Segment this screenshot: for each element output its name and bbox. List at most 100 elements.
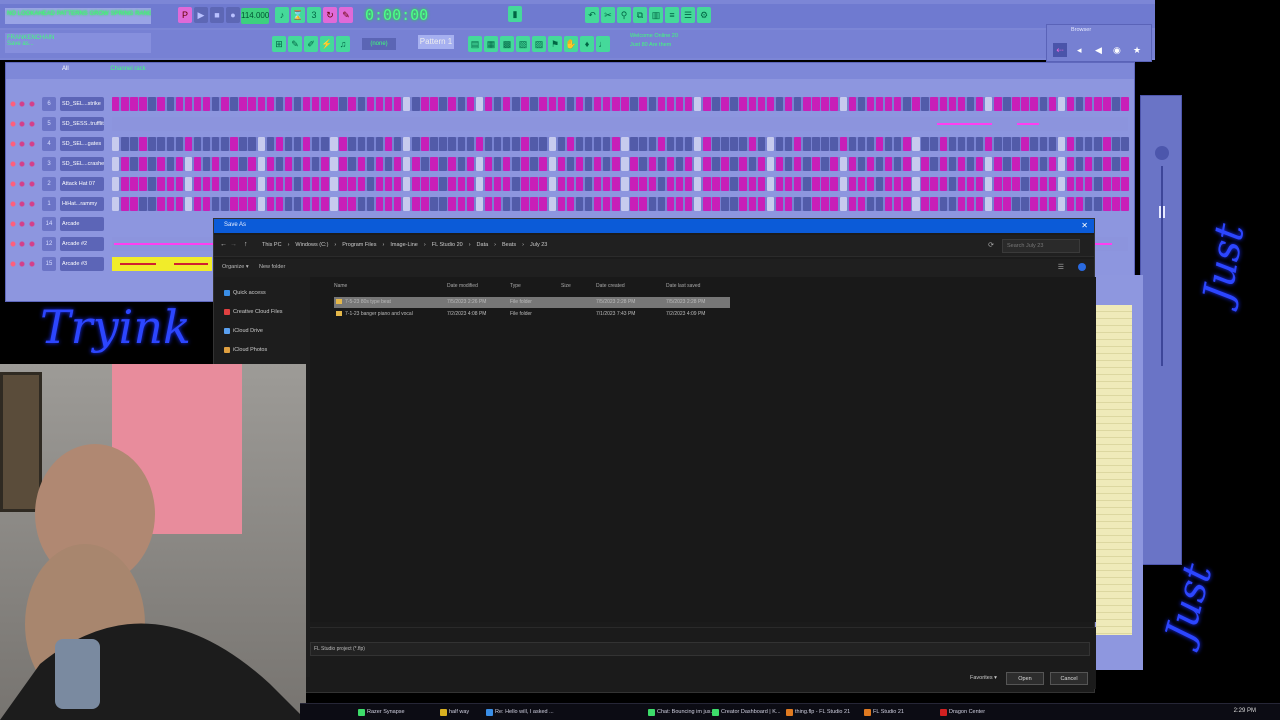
browser-back-icon[interactable]: ◀ (1095, 45, 1102, 56)
channel-name-button[interactable]: SD_SEL...gates (60, 137, 104, 151)
step-button[interactable] (439, 157, 447, 171)
step-button[interactable] (821, 97, 829, 111)
step-button[interactable] (566, 137, 575, 151)
step-button[interactable] (657, 157, 666, 171)
step-button[interactable] (412, 177, 420, 191)
step-button[interactable] (284, 137, 293, 151)
step-button[interactable] (957, 97, 966, 111)
step-button[interactable] (830, 157, 838, 171)
step-button[interactable] (1057, 157, 1066, 171)
step-button[interactable] (730, 97, 738, 111)
step-button[interactable] (1048, 197, 1057, 211)
step-button[interactable] (784, 177, 793, 191)
step-button[interactable] (375, 137, 384, 151)
step-button[interactable] (694, 157, 702, 171)
step-button[interactable] (521, 137, 529, 151)
step-button[interactable] (1057, 197, 1066, 211)
step-button[interactable] (857, 137, 866, 151)
step-button[interactable] (184, 137, 193, 151)
step-button[interactable] (166, 137, 174, 151)
back-icon[interactable]: ← (220, 241, 227, 248)
step-button[interactable] (457, 137, 465, 151)
step-button[interactable] (957, 197, 966, 211)
step-button[interactable] (575, 137, 584, 151)
file-row[interactable]: 7-1-23 banger piano and vocal 7/2/2023 4:… (334, 309, 730, 320)
channel-name-button[interactable]: Attack Hat 07 (60, 177, 104, 191)
step-button[interactable] (584, 157, 593, 171)
step-button[interactable] (939, 157, 947, 171)
step-button[interactable] (866, 177, 875, 191)
touch-icon[interactable]: ✋ (564, 36, 578, 52)
step-button[interactable] (784, 137, 793, 151)
step-button[interactable] (966, 157, 975, 171)
step-button[interactable] (212, 137, 220, 151)
step-button[interactable] (612, 157, 620, 171)
step-button[interactable] (393, 157, 402, 171)
step-button[interactable] (675, 157, 684, 171)
copy-icon[interactable]: ⧉ (633, 7, 647, 23)
step-button[interactable] (302, 177, 311, 191)
step-button[interactable] (748, 137, 756, 151)
step-button[interactable] (166, 97, 174, 111)
step-button[interactable] (621, 157, 629, 171)
breadcrumb-item[interactable]: Program Files (342, 242, 376, 248)
step-button[interactable] (603, 97, 611, 111)
step-button[interactable] (557, 157, 565, 171)
step-button[interactable] (593, 157, 602, 171)
step-button[interactable] (430, 197, 438, 211)
step-button[interactable] (821, 157, 829, 171)
step-button[interactable] (357, 197, 365, 211)
channel-name-button[interactable]: SD_SESS..trufflit (60, 117, 104, 131)
step-button[interactable] (548, 177, 556, 191)
channel-mute-icon[interactable] (10, 160, 42, 168)
step-button[interactable] (375, 177, 384, 191)
step-button[interactable] (439, 137, 447, 151)
file-list[interactable]: Name Date modified Type Size Date created Dat… (310, 277, 1096, 622)
step-button[interactable] (812, 137, 820, 151)
step-button[interactable] (694, 137, 702, 151)
step-button[interactable] (166, 157, 174, 171)
step-button[interactable] (621, 177, 629, 191)
step-button[interactable] (694, 177, 702, 191)
step-button[interactable] (1085, 157, 1093, 171)
step-button[interactable] (839, 157, 847, 171)
taskbar-app-button[interactable]: Dragon Center (940, 707, 985, 718)
step-button[interactable] (903, 137, 911, 151)
breadcrumb[interactable]: This PC › Windows (C:) › Program Files › Image… (262, 242, 553, 248)
step-button[interactable] (794, 137, 802, 151)
column-header[interactable]: Date created (596, 283, 625, 289)
step-button[interactable] (348, 157, 356, 171)
step-button[interactable] (339, 197, 347, 211)
step-button[interactable] (894, 197, 902, 211)
step-button[interactable] (1021, 157, 1029, 171)
channel-mixer-number[interactable]: 12 (42, 237, 56, 251)
step-button[interactable] (603, 137, 611, 151)
step-button[interactable] (703, 157, 711, 171)
step-button[interactable] (712, 177, 720, 191)
taskbar-app-button[interactable]: Creator Dashboard | K... (712, 707, 781, 718)
step-button[interactable] (657, 97, 666, 111)
step-button[interactable] (266, 157, 274, 171)
step-button[interactable] (1021, 177, 1029, 191)
mixer2-icon[interactable]: ▧ (516, 36, 530, 52)
step-button[interactable] (584, 137, 593, 151)
step-button[interactable] (339, 157, 347, 171)
step-button[interactable] (321, 97, 329, 111)
step-button[interactable] (985, 177, 993, 191)
step-button[interactable] (512, 157, 520, 171)
step-button[interactable] (966, 97, 975, 111)
step-button[interactable] (1075, 197, 1084, 211)
step-button[interactable] (548, 157, 556, 171)
step-button[interactable] (403, 177, 411, 191)
step-button[interactable] (348, 177, 356, 191)
step-button[interactable] (1085, 97, 1093, 111)
step-button[interactable] (493, 97, 502, 111)
step-button[interactable] (675, 197, 684, 211)
step-button[interactable] (584, 197, 593, 211)
step-button[interactable] (521, 157, 529, 171)
nav-item[interactable]: iCloud Drive (224, 325, 263, 337)
step-button[interactable] (1085, 177, 1093, 191)
step-button[interactable] (630, 157, 638, 171)
step-button[interactable] (375, 197, 384, 211)
step-button[interactable] (884, 97, 893, 111)
